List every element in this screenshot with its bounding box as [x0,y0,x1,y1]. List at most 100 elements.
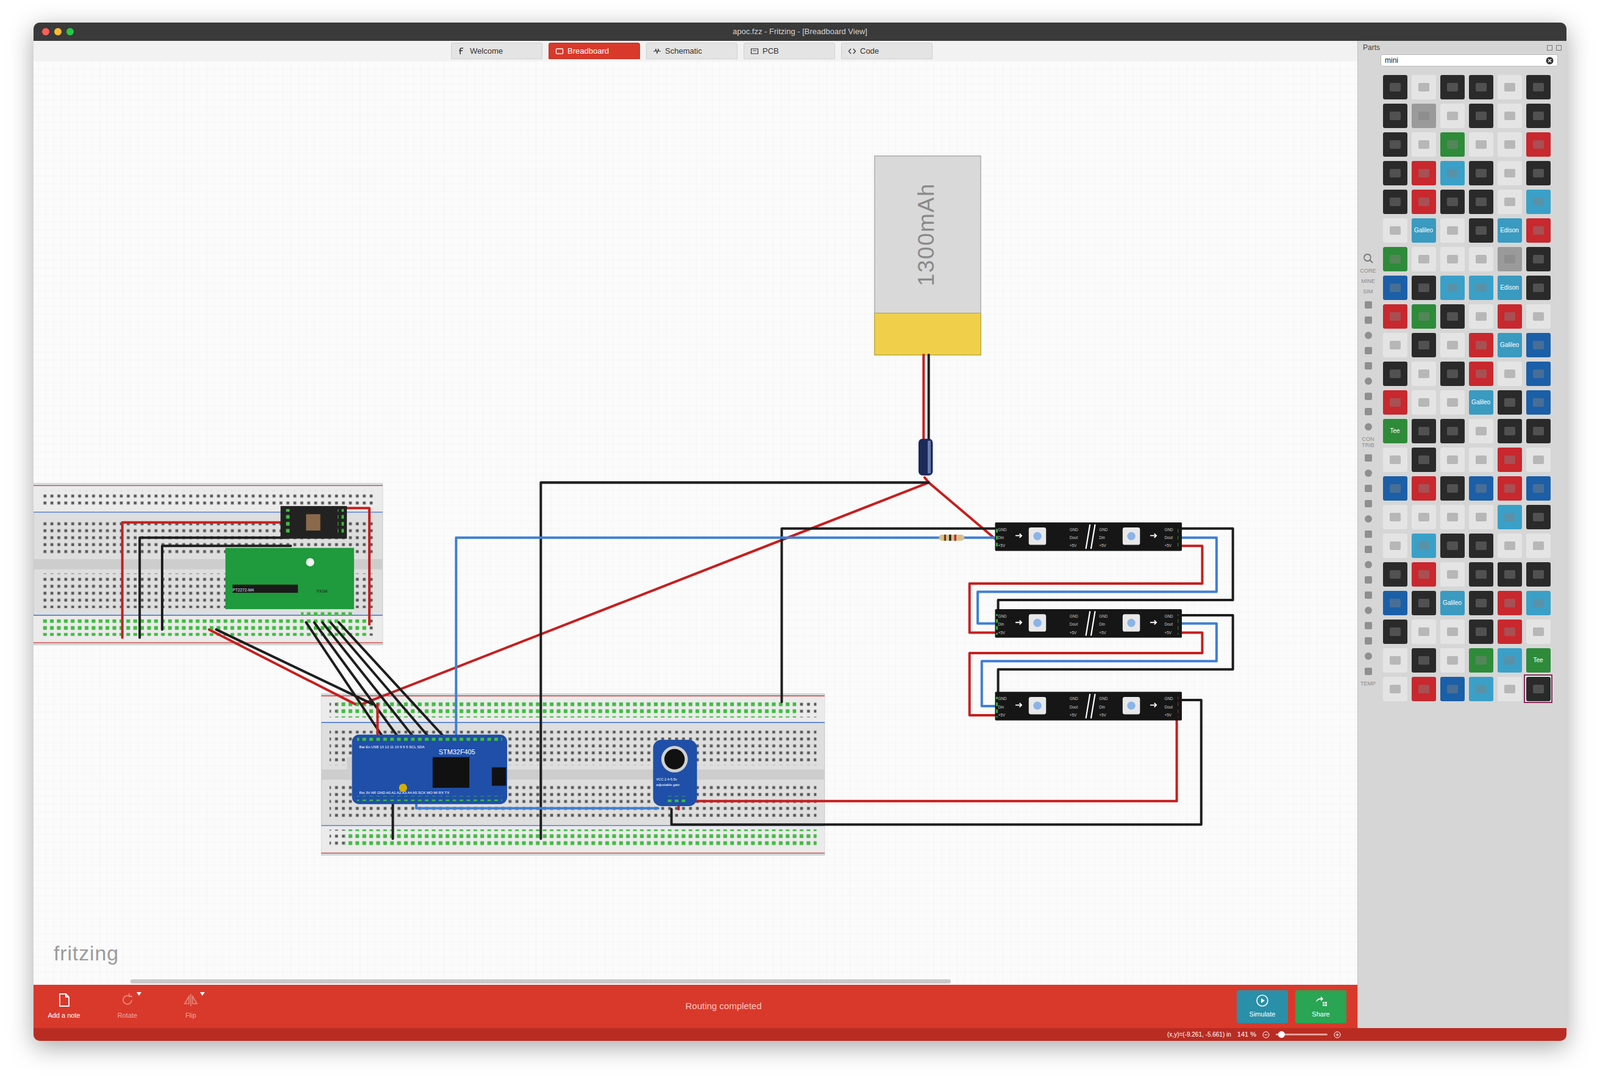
part-tile[interactable] [1466,158,1496,188]
title-bar[interactable]: apoc.fzz - Fritzing - [Breadboard View] [33,22,1567,41]
view-tab[interactable]: Schematic [646,42,738,60]
part-tile[interactable] [1466,416,1496,445]
wire[interactable] [330,622,429,737]
part-tile[interactable] [1409,616,1438,646]
part-tile[interactable] [1409,387,1438,417]
part-tile[interactable] [1466,301,1496,331]
part-tile[interactable] [1466,273,1496,302]
toolbar-button[interactable]: Add a note [44,991,84,1021]
part-tile[interactable] [1466,244,1496,274]
led-strip[interactable]: GNDDin+5VGNDDout+5VGNDDin+5VGNDDout+5V [995,608,1182,638]
breadboard-canvas[interactable]: 1300mAhGNDDin+5VGNDDout+5VGNDDin+5VGNDDo… [33,60,1358,985]
part-tile[interactable] [1409,187,1438,216]
bin-icon[interactable] [1362,252,1374,264]
bin-tab[interactable]: TEMP [1358,680,1378,687]
view-tab[interactable]: Welcome [451,42,543,60]
part-tile[interactable] [1466,330,1496,360]
part-tile[interactable] [1523,187,1553,216]
part-tile[interactable] [1380,129,1410,159]
part-tile[interactable] [1523,273,1553,302]
part-tile[interactable] [1466,559,1496,589]
part-tile[interactable] [1409,273,1438,302]
part-tile[interactable] [1523,502,1553,531]
bin-icon[interactable] [1362,421,1374,433]
part-tile[interactable] [1523,559,1553,589]
part-tile[interactable] [1523,215,1553,245]
view-tab[interactable]: Code [841,42,933,60]
part-tile[interactable] [1380,330,1410,360]
bin-icon[interactable] [1362,619,1374,631]
part-tile[interactable] [1437,273,1467,302]
part-tile[interactable] [1409,530,1438,560]
part-tile[interactable] [1409,502,1438,531]
part-tile[interactable] [1437,674,1467,703]
bin-tab[interactable]: CORE [1358,268,1378,275]
part-tile[interactable] [1380,359,1410,388]
part-tile[interactable]: Galileo [1466,387,1496,417]
zoom-button[interactable] [66,28,74,36]
part-tile[interactable] [1380,273,1410,302]
part-tile[interactable] [1437,72,1467,102]
view-tab[interactable]: Breadboard [548,42,640,60]
part-tile[interactable] [1495,645,1524,675]
part-tile[interactable] [1380,187,1410,216]
part-tile[interactable] [1523,444,1553,474]
part-tile[interactable] [1409,645,1438,675]
part-tile[interactable] [1466,645,1496,675]
bin-tab[interactable]: CON TRIB [1358,436,1378,449]
wire[interactable] [391,803,394,839]
clear-icon[interactable] [1545,56,1554,65]
bin-icon[interactable] [1362,528,1374,540]
view-tab[interactable]: PCB [743,42,836,60]
part-tile[interactable] [1466,72,1496,102]
part-tile[interactable]: Edison [1495,273,1524,302]
rf-receiver[interactable]: PT2272-M4YK04 [225,547,355,616]
part-tile[interactable] [1523,530,1553,560]
part-tile[interactable] [1437,101,1467,130]
zoom-in-icon[interactable] [1333,1030,1341,1039]
wire[interactable] [678,713,1177,809]
part-tile[interactable] [1523,387,1553,417]
part-tile[interactable] [1523,244,1553,274]
part-tile[interactable] [1409,244,1438,274]
part-tile[interactable] [1380,588,1410,617]
part-tile[interactable] [1466,101,1496,130]
part-tile[interactable] [1466,588,1496,617]
part-tile[interactable] [1409,330,1438,360]
bin-icon[interactable] [1362,314,1374,326]
part-tile[interactable] [1466,502,1496,531]
part-tile[interactable] [1523,416,1553,445]
part-tile[interactable] [1495,129,1524,159]
part-tile[interactable] [1466,359,1496,388]
part-tile[interactable] [1380,444,1410,474]
part-tile[interactable] [1409,444,1438,474]
part-tile[interactable] [1437,129,1467,159]
part-tile[interactable] [1437,158,1467,188]
part-tile[interactable]: Tee [1523,645,1553,675]
zoom-out-icon[interactable] [1262,1030,1270,1039]
part-tile[interactable] [1409,674,1438,703]
bin-icon[interactable] [1362,574,1374,586]
part-tile[interactable] [1380,645,1410,675]
part-tile[interactable] [1437,473,1467,503]
part-tile[interactable] [1495,416,1524,445]
part-tile[interactable] [1495,101,1524,130]
part-tile[interactable] [1466,530,1496,560]
part-tile[interactable] [1495,359,1524,388]
part-tile[interactable] [1523,330,1553,360]
part-tile[interactable] [1437,387,1467,417]
part-tile[interactable] [1409,72,1438,102]
part-tile[interactable] [1466,674,1496,703]
part-tile[interactable] [1380,530,1410,560]
bin-icon[interactable] [1362,344,1374,356]
bin-icon[interactable] [1362,543,1374,555]
wire[interactable] [540,482,929,839]
capacitor[interactable] [918,438,933,475]
simulate-button[interactable]: Simulate [1236,989,1288,1023]
bin-icon[interactable] [1362,390,1374,402]
bin-icon[interactable] [1362,513,1374,525]
part-tile[interactable] [1466,187,1496,216]
part-tile[interactable] [1495,559,1524,589]
part-tile[interactable] [1380,301,1410,331]
wire[interactable] [216,629,373,704]
